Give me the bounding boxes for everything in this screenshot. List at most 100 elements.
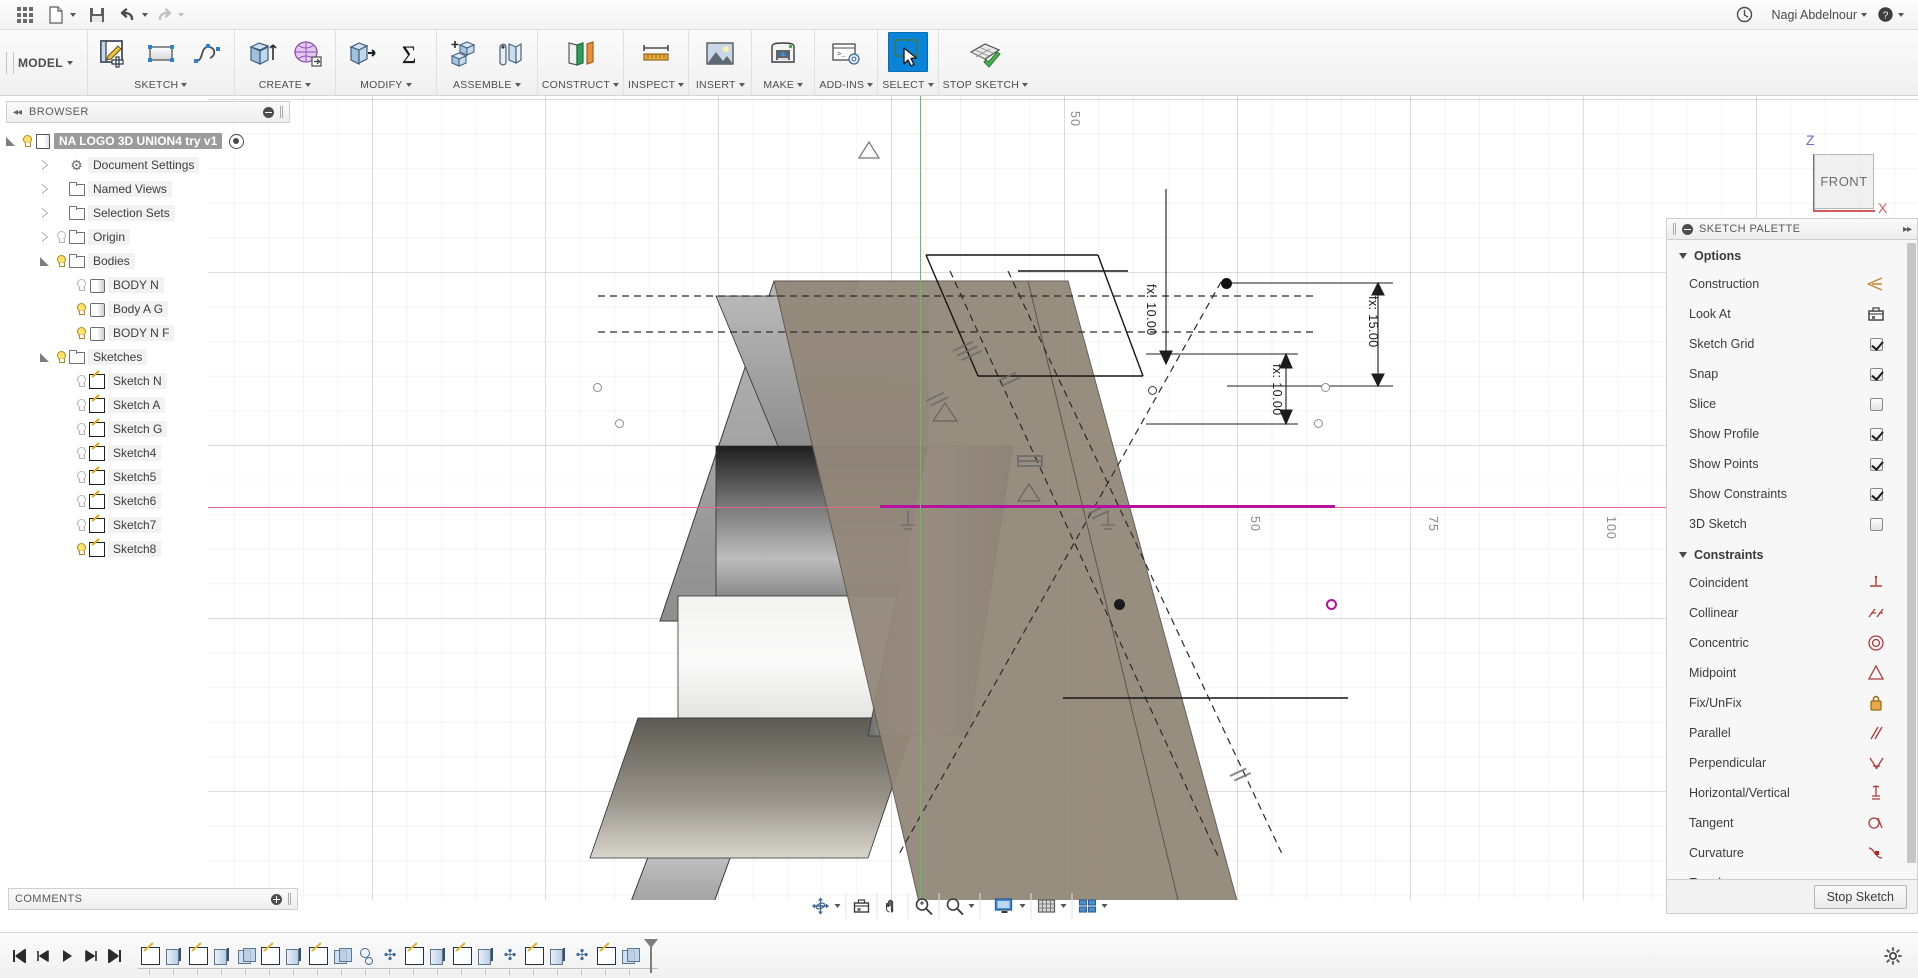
timeline-feature-sketch-5[interactable] <box>258 943 282 975</box>
clock-icon[interactable] <box>1728 2 1762 28</box>
step-back-icon[interactable] <box>32 944 54 968</box>
timeline-feature-extrude-12[interactable] <box>426 943 450 975</box>
collinear-icon[interactable] <box>1865 603 1887 623</box>
timeline-feature-sketch-0[interactable] <box>138 943 162 975</box>
checkbox[interactable] <box>1869 397 1883 411</box>
step-forward-icon[interactable] <box>80 944 102 968</box>
select-icon[interactable] <box>887 32 928 72</box>
component-activate-icon[interactable] <box>229 133 245 149</box>
visibility-bulb[interactable] <box>72 421 88 437</box>
palette-option-construction[interactable]: Construction <box>1667 269 1917 299</box>
scripts-addins-icon[interactable]: >_ <box>819 32 873 76</box>
sketch-point-left-lower[interactable] <box>615 419 624 428</box>
ribbon-group-label-stop-sketch[interactable]: STOP SKETCH <box>943 76 1029 94</box>
palette-constraint-perpendicular[interactable]: Perpendicular <box>1667 748 1917 778</box>
stop-sketch-button[interactable]: Stop Sketch <box>1813 884 1907 909</box>
palette-constraint-coincident[interactable]: Coincident <box>1667 568 1917 598</box>
dimension-10-top[interactable]: fx: 10.00 <box>1144 284 1158 336</box>
ribbon-group-label-sketch[interactable]: SKETCH <box>134 76 188 94</box>
look-at-icon[interactable] <box>847 893 878 919</box>
timeline-feature-hole-9[interactable] <box>354 943 378 975</box>
palette-constraint-parallel[interactable]: Parallel <box>1667 718 1917 748</box>
timeline-feature-extrude-17[interactable] <box>546 943 570 975</box>
palette-constraint-collinear[interactable]: Collinear <box>1667 598 1917 628</box>
sketch-point-center[interactable] <box>1148 386 1157 395</box>
tree-node-sketch8[interactable]: Sketch8 <box>4 537 296 561</box>
visibility-bulb[interactable] <box>72 541 88 557</box>
palette-constraint-equal[interactable]: Equal <box>1667 868 1917 879</box>
lock-icon[interactable] <box>1865 693 1887 713</box>
collapse-arrow[interactable] <box>38 350 52 364</box>
workspace-selector[interactable]: MODEL <box>0 30 88 96</box>
new-component-icon[interactable] <box>441 32 487 76</box>
visibility-bulb[interactable] <box>52 349 68 365</box>
ribbon-group-label-construct[interactable]: CONSTRUCT <box>542 76 620 94</box>
coincident-icon[interactable] <box>1865 573 1887 593</box>
palette-grip[interactable] <box>1673 223 1676 235</box>
palette-scrollbar-thumb[interactable] <box>1907 243 1916 863</box>
palette-option-look-at[interactable]: Look At <box>1667 299 1917 329</box>
visibility-bulb[interactable] <box>72 493 88 509</box>
offset-plane-icon[interactable] <box>553 32 607 76</box>
tree-node-named-views[interactable]: Named Views <box>4 177 296 201</box>
measure-icon[interactable] <box>629 32 683 76</box>
timeline-settings-gear-icon[interactable] <box>1882 944 1904 968</box>
tree-node-sketch6[interactable]: Sketch6 <box>4 489 296 513</box>
ribbon-group-label-assemble[interactable]: ASSEMBLE <box>453 76 521 94</box>
tree-node-body-a-g[interactable]: Body A G <box>4 297 296 321</box>
timeline-feature-extrude-1[interactable] <box>162 943 186 975</box>
visibility-bulb[interactable] <box>72 445 88 461</box>
expand-arrow[interactable] <box>38 230 52 244</box>
palette-expand-icon[interactable]: ▸▸ <box>1903 224 1912 235</box>
timeline-feature-sketch-19[interactable] <box>594 943 618 975</box>
tree-node-body-n-f[interactable]: BODY N F <box>4 321 296 345</box>
stop-sketch-icon[interactable] <box>958 32 1012 76</box>
checkbox[interactable] <box>1869 487 1883 501</box>
pan-icon[interactable] <box>878 893 909 919</box>
ribbon-group-label-inspect[interactable]: INSPECT <box>628 76 685 94</box>
save-icon[interactable] <box>80 2 114 28</box>
insert-image-icon[interactable] <box>693 32 747 76</box>
expand-arrow[interactable] <box>4 134 18 148</box>
timeline-feature-move-15[interactable]: ✣ <box>498 943 522 975</box>
palette-constraint-midpoint[interactable]: Midpoint <box>1667 658 1917 688</box>
tree-node-body-n[interactable]: BODY N <box>4 273 296 297</box>
sketch-point-left-upper[interactable] <box>593 383 602 392</box>
expand-arrow[interactable] <box>38 158 52 172</box>
timeline-feature-extrude-6[interactable] <box>282 943 306 975</box>
tree-node-sketches[interactable]: Sketches <box>4 345 296 369</box>
view-cube[interactable]: FRONT Z X <box>1780 130 1890 230</box>
timeline-feature-combine-4[interactable] <box>234 943 258 975</box>
grid-snaps-icon[interactable] <box>1032 893 1073 919</box>
timeline-marker[interactable] <box>644 938 658 973</box>
tree-node-selection-sets[interactable]: Selection Sets <box>4 201 296 225</box>
curvature-icon[interactable] <box>1865 843 1887 863</box>
3d-print-icon[interactable] <box>756 32 810 76</box>
visibility-bulb[interactable] <box>72 325 88 341</box>
checkbox[interactable] <box>1869 337 1883 351</box>
sum-icon[interactable]: Σ <box>386 32 432 76</box>
display-settings-icon[interactable] <box>989 893 1032 919</box>
visibility-bulb[interactable] <box>72 301 88 317</box>
ribbon-group-label-insert[interactable]: INSERT <box>696 76 745 94</box>
checkbox[interactable] <box>1869 457 1883 471</box>
tree-node-sketch-a[interactable]: Sketch A <box>4 393 296 417</box>
fit-icon[interactable] <box>940 893 981 919</box>
redo-icon[interactable] <box>152 2 186 28</box>
origin-point[interactable] <box>1114 599 1125 610</box>
visibility-bulb[interactable] <box>72 277 88 293</box>
tree-node-sketch-g[interactable]: Sketch G <box>4 417 296 441</box>
viewport-canvas[interactable]: 50 25 50 75 100 fx: 10.00 fx: 15.00 fx: … <box>208 96 1918 900</box>
timeline-feature-move-10[interactable]: ✣ <box>378 943 402 975</box>
file-icon[interactable] <box>44 2 78 28</box>
tree-node-sketch5[interactable]: Sketch5 <box>4 465 296 489</box>
tree-node-origin[interactable]: Origin <box>4 225 296 249</box>
visibility-bulb[interactable] <box>72 373 88 389</box>
ribbon-group-label-addins[interactable]: ADD-INS <box>819 76 874 94</box>
timeline-feature-move-18[interactable]: ✣ <box>570 943 594 975</box>
constraints-section-title[interactable]: Constraints <box>1667 539 1917 568</box>
sketch-point-right-lower[interactable] <box>1314 419 1323 428</box>
palette-constraint-horizontal-vertical[interactable]: Horizontal/Vertical <box>1667 778 1917 808</box>
extrude-icon[interactable] <box>239 32 285 76</box>
joint-icon[interactable] <box>487 32 533 76</box>
